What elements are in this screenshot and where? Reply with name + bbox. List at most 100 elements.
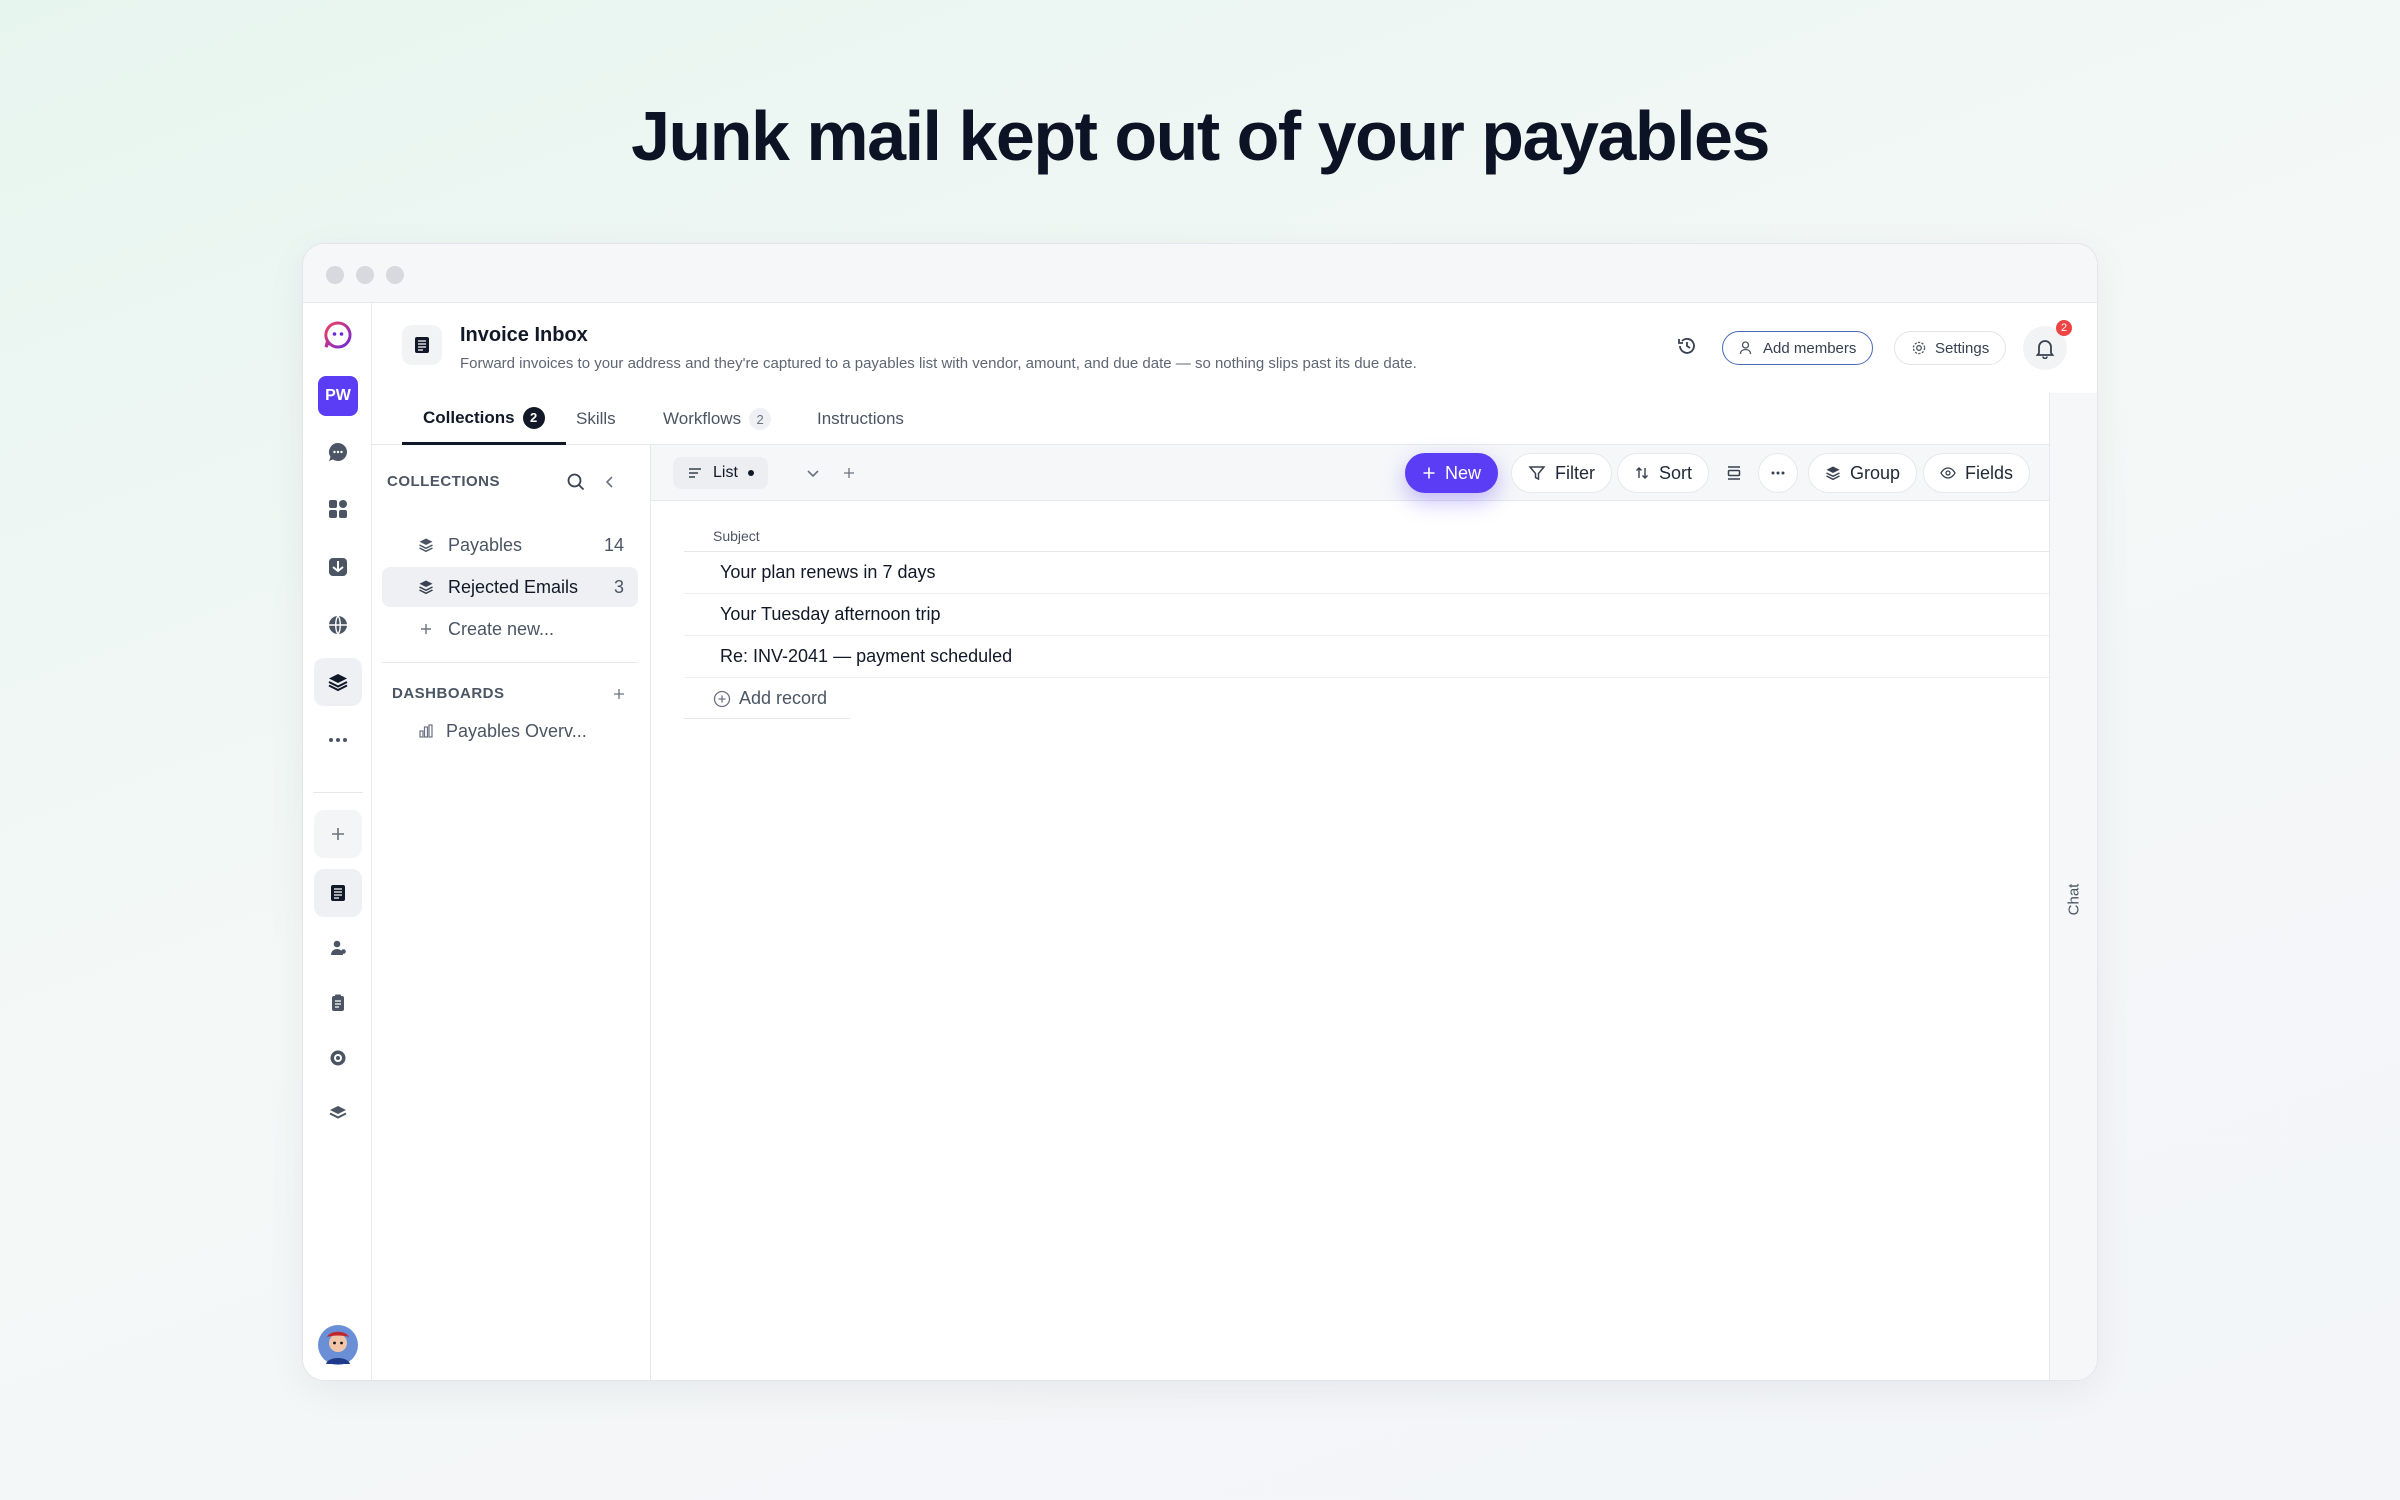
row-subject: Your Tuesday afternoon trip <box>720 604 941 624</box>
tab-workflows[interactable]: Workflows 2 <box>663 393 772 445</box>
bar-chart-icon <box>419 724 433 738</box>
notification-count-badge: 2 <box>2056 320 2072 336</box>
sort-label: Sort <box>1659 462 1693 483</box>
plus-icon <box>421 624 431 634</box>
workspace-avatar[interactable]: PW <box>314 372 362 420</box>
row-subject: Re: INV-2041 — payment scheduled <box>720 646 1013 666</box>
filter-funnel-icon <box>1528 466 1546 481</box>
add-members-button[interactable]: Add members <box>1722 331 1874 365</box>
collection-view: List New Filter Sort Group Fields Subjec… <box>651 445 2051 1380</box>
more-options-icon[interactable] <box>1758 453 1798 493</box>
history-icon[interactable] <box>1673 332 1701 360</box>
add-view-icon[interactable] <box>837 461 861 485</box>
collections-heading: COLLECTIONS <box>387 473 500 490</box>
target-icon[interactable] <box>314 1034 362 1082</box>
workspace-initials: PW <box>318 376 358 416</box>
more-dots-icon[interactable] <box>314 716 362 764</box>
hero-title: Junk mail kept out of your payables <box>631 97 1770 175</box>
plus-circle-icon <box>713 690 731 707</box>
clipboard-icon[interactable] <box>314 979 362 1027</box>
new-button-label: New <box>1445 462 1482 483</box>
collection-item-rejected-emails[interactable]: Rejected Emails 3 <box>382 567 638 607</box>
filter-button[interactable]: Filter <box>1511 453 1612 493</box>
tab-collections-label: Collections <box>423 407 515 427</box>
view-toolbar: List New Filter Sort Group Fields <box>651 445 2051 501</box>
tab-skills-label: Skills <box>576 409 616 428</box>
stack-icon <box>419 538 433 553</box>
dashboard-item-label: Payables Overv... <box>446 720 587 741</box>
tab-instructions[interactable]: Instructions <box>817 393 904 445</box>
settings-label: Settings <box>1935 339 1990 357</box>
window-titlebar <box>303 244 2097 303</box>
add-record-label: Add record <box>739 688 828 708</box>
create-new-collection[interactable]: Create new... <box>382 609 638 649</box>
user-plus-icon <box>1739 341 1752 355</box>
add-app-icon[interactable] <box>314 810 362 858</box>
rail-divider <box>313 792 363 793</box>
new-record-button[interactable]: New <box>1405 453 1499 493</box>
inbox-tray-icon[interactable] <box>314 543 362 591</box>
globe-icon[interactable] <box>314 601 362 649</box>
dashboard-item-payables-overview[interactable]: Payables Overv... <box>382 711 638 751</box>
chat-panel-toggle[interactable]: Chat <box>2049 393 2097 1380</box>
add-members-label: Add members <box>1763 339 1857 357</box>
create-new-label: Create new... <box>448 618 555 639</box>
user-avatar[interactable] <box>314 1321 362 1369</box>
bell-icon <box>2035 340 2055 359</box>
collection-item-payables[interactable]: Payables 14 <box>382 525 638 565</box>
tab-collections[interactable]: Collections 2 <box>402 393 566 445</box>
window-close-dot[interactable] <box>326 266 344 284</box>
table-header: Subject <box>684 520 2051 552</box>
layers-icon[interactable] <box>314 1089 362 1137</box>
table-row[interactable]: Your Tuesday afternoon trip <box>684 594 2051 636</box>
plus-icon <box>1423 467 1435 479</box>
apps-grid-icon[interactable] <box>314 485 362 533</box>
stack-icon <box>1826 466 1840 481</box>
dashboards-heading: DASHBOARDS <box>392 685 505 702</box>
table-row[interactable]: Your plan renews in 7 days <box>684 552 2051 594</box>
tab-workflows-label: Workflows <box>663 409 742 428</box>
chat-label: Chat <box>2065 883 2082 916</box>
collections-stack-icon[interactable] <box>314 658 362 706</box>
invoice-list-icon <box>402 325 442 365</box>
fields-button[interactable]: Fields <box>1923 453 2031 493</box>
add-dashboard-icon[interactable] <box>610 685 628 703</box>
collection-item-label: Payables <box>448 534 523 555</box>
app-logo-icon[interactable] <box>314 311 362 359</box>
notifications-button[interactable]: 2 <box>2023 320 2072 370</box>
row-height-icon[interactable] <box>1714 453 1754 493</box>
collections-panel: COLLECTIONS Payables 14 Rejected Emails … <box>372 445 651 1380</box>
fields-label: Fields <box>1965 462 2014 483</box>
eye-icon <box>1940 467 1956 479</box>
window-minimize-dot[interactable] <box>356 266 374 284</box>
view-selector-list[interactable]: List <box>673 457 768 489</box>
tab-workflows-count: 2 <box>749 408 772 430</box>
column-header-subject[interactable]: Subject <box>713 528 760 544</box>
invoice-inbox-app-icon[interactable] <box>314 869 362 917</box>
window-maximize-dot[interactable] <box>386 266 404 284</box>
collapse-panel-icon[interactable] <box>598 470 622 494</box>
add-record-button[interactable]: Add record <box>684 679 850 719</box>
tab-collections-count: 2 <box>522 406 545 429</box>
collection-item-count: 14 <box>603 534 624 555</box>
sort-button[interactable]: Sort <box>1617 453 1710 493</box>
search-icon[interactable] <box>564 470 588 494</box>
group-label: Group <box>1850 462 1901 483</box>
people-icon[interactable] <box>314 924 362 972</box>
chat-bubble-icon[interactable] <box>314 428 362 476</box>
tab-instructions-label: Instructions <box>817 409 904 428</box>
app-description: Forward invoices to your address and the… <box>460 355 1417 372</box>
row-subject: Your plan renews in 7 days <box>720 562 936 582</box>
gear-icon <box>1912 341 1926 355</box>
table-row[interactable]: Re: INV-2041 — payment scheduled <box>684 636 2051 678</box>
app-window: PW Invoice Inbox Forward invoices to you… <box>302 243 2098 1381</box>
view-selector-label: List <box>713 464 738 481</box>
collection-item-count: 3 <box>613 576 624 597</box>
tab-skills[interactable]: Skills <box>576 393 616 445</box>
app-title: Invoice Inbox <box>460 324 588 346</box>
collection-item-label: Rejected Emails <box>448 576 579 597</box>
settings-button[interactable]: Settings <box>1894 331 2007 365</box>
group-button[interactable]: Group <box>1808 453 1918 493</box>
chevron-down-icon[interactable] <box>801 461 825 485</box>
tab-bar: Collections 2 Skills Workflows 2 Instruc… <box>372 393 2051 445</box>
